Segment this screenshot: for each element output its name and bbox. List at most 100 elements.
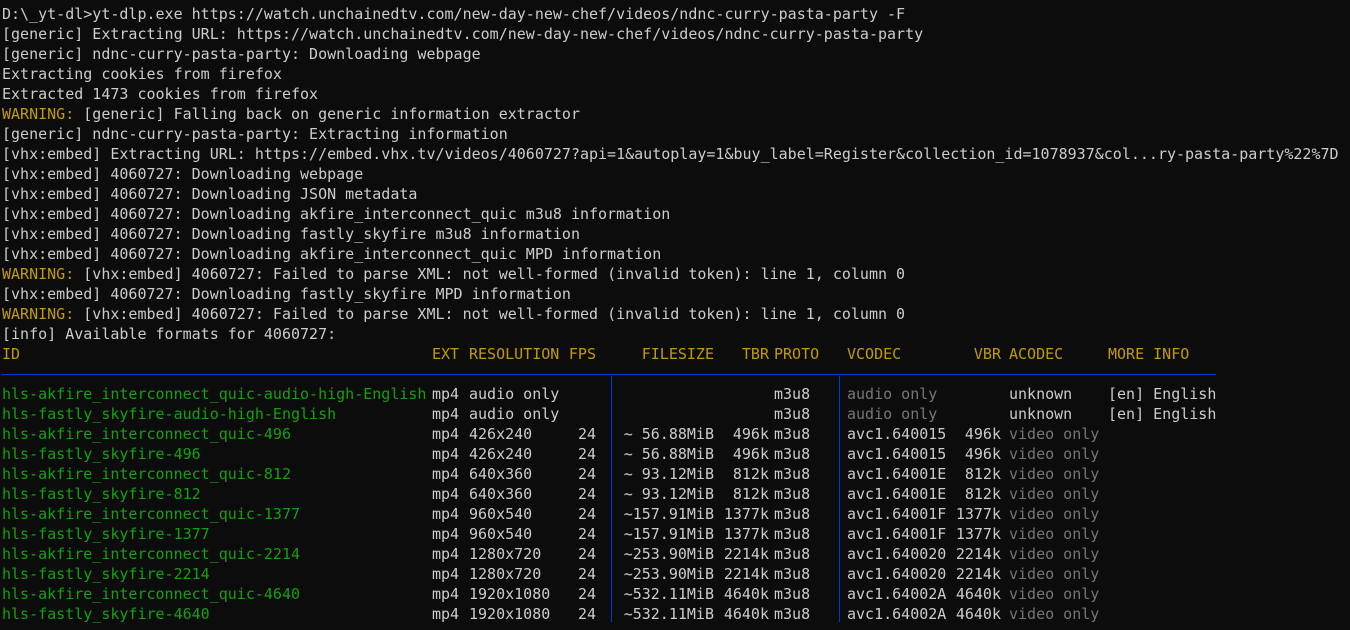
log-text: [vhx:embed] 4060727: Downloading webpage: [2, 165, 364, 183]
cell-resolution: 960x540: [469, 505, 533, 523]
cell-id: hls-akfire_interconnect_quic-4640: [2, 585, 301, 603]
cell-ext: mp4: [432, 585, 460, 603]
log-line: [vhx:embed] 4060727: Downloading fastly_…: [2, 224, 1350, 244]
column-header-acodec: ACODEC: [1009, 345, 1064, 363]
table-row: hls-akfire_interconnect_quic-812 mp4 640x3…: [2, 464, 1350, 484]
log-line: [generic] Extracting URL: https://watch.…: [2, 24, 1350, 44]
cell-fps: 24: [577, 525, 596, 543]
cell-vcodec: avc1.640015: [847, 425, 947, 443]
cell-proto: m3u8: [774, 525, 811, 543]
cell-filesize: ~ 56.88MiB: [623, 445, 714, 463]
column-header-resolution: RESOLUTION: [469, 345, 560, 363]
log-output: [generic] Extracting URL: https://watch.…: [2, 24, 1350, 344]
cell-filesize: ~253.90MiB: [623, 545, 714, 563]
cell-acodec: video only: [1009, 445, 1100, 463]
cell-filesize: ~ 56.88MiB: [623, 425, 714, 443]
cell-vbr: 496k: [964, 445, 1001, 463]
cell-fps: 24: [577, 605, 596, 623]
cell-acodec: unknown: [1009, 405, 1073, 423]
cell-id: hls-fastly_skyfire-812: [2, 485, 201, 503]
table-row: hls-akfire_interconnect_quic-496 mp4 426x2…: [2, 424, 1350, 444]
cell-proto: m3u8: [774, 405, 811, 423]
cell-ext: mp4: [432, 565, 460, 583]
table-row: hls-akfire_interconnect_quic-1377 mp4 960x…: [2, 504, 1350, 524]
cell-acodec: video only: [1009, 545, 1100, 563]
cell-resolution: audio only: [469, 385, 560, 403]
cell-ext: mp4: [432, 465, 460, 483]
cell-filesize: ~ 93.12MiB: [623, 485, 714, 503]
table-row: hls-akfire_interconnect_quic-2214 mp4 1280…: [2, 544, 1350, 564]
cell-acodec: video only: [1009, 565, 1100, 583]
cell-vcodec: avc1.64002A: [847, 585, 947, 603]
cell-id: hls-fastly_skyfire-1377: [2, 525, 210, 543]
cell-acodec: video only: [1009, 425, 1100, 443]
cell-vcodec: avc1.640015: [847, 445, 947, 463]
log-text: [generic] ndnc-curry-pasta-party: Downlo…: [2, 45, 481, 63]
cell-vbr: 4640k: [955, 605, 1001, 623]
log-line: [vhx:embed] 4060727: Downloading akfire_…: [2, 204, 1350, 224]
cell-id: hls-fastly_skyfire-496: [2, 445, 201, 463]
cell-tbr: 4640k: [723, 585, 769, 603]
cell-fps: 24: [577, 565, 596, 583]
table-column-divider: [611, 376, 612, 622]
cell-fps: 24: [577, 485, 596, 503]
cell-ext: mp4: [432, 425, 460, 443]
cell-filesize: ~532.11MiB: [623, 605, 714, 623]
command-line: D:\_yt-dl>yt-dlp.exe https://watch.uncha…: [2, 5, 906, 23]
log-text: [vhx:embed] 4060727: Failed to parse XML…: [74, 305, 906, 323]
cell-ext: mp4: [432, 405, 460, 423]
log-text: [generic] Extracting URL: https://watch.…: [2, 25, 924, 43]
cell-resolution: 640x360: [469, 485, 533, 503]
log-line: [vhx:embed] 4060727: Downloading fastly_…: [2, 284, 1350, 304]
cell-proto: m3u8: [774, 505, 811, 523]
log-line: Extracted 1473 cookies from firefox: [2, 84, 1350, 104]
cell-proto: m3u8: [774, 485, 811, 503]
log-text: [vhx:embed] 4060727: Downloading fastly_…: [2, 225, 580, 243]
cell-resolution: 960x540: [469, 525, 533, 543]
table-row: hls-akfire_interconnect_quic-audio-high-…: [2, 384, 1350, 404]
table-row: hls-fastly_skyfire-audio-high-English mp4…: [2, 404, 1350, 424]
cell-resolution: 426x240: [469, 445, 533, 463]
cell-tbr: 812k: [732, 485, 769, 503]
log-line: [vhx:embed] 4060727: Downloading JSON me…: [2, 184, 1350, 204]
log-line: [generic] ndnc-curry-pasta-party: Downlo…: [2, 44, 1350, 64]
log-line: WARNING: [vhx:embed] 4060727: Failed to …: [2, 264, 1350, 284]
column-header-vbr: VBR: [973, 345, 1001, 363]
cell-resolution: 1920x1080: [469, 605, 551, 623]
cell-acodec: video only: [1009, 585, 1100, 603]
log-text: [vhx:embed] 4060727: Downloading JSON me…: [2, 185, 418, 203]
log-text: [vhx:embed] 4060727: Downloading fastly_…: [2, 285, 571, 303]
cell-id: hls-akfire_interconnect_quic-2214: [2, 545, 301, 563]
cell-proto: m3u8: [774, 545, 811, 563]
cell-resolution: audio only: [469, 405, 560, 423]
cell-ext: mp4: [432, 445, 460, 463]
log-line: [vhx:embed] Extracting URL: https://embe…: [2, 144, 1350, 164]
log-line: [generic] ndnc-curry-pasta-party: Extrac…: [2, 124, 1350, 144]
terminal-window[interactable]: D:\_yt-dl>yt-dlp.exe https://watch.uncha…: [0, 0, 1350, 630]
log-line: WARNING: [vhx:embed] 4060727: Failed to …: [2, 304, 1350, 324]
cell-resolution: 426x240: [469, 425, 533, 443]
log-line: [info] Available formats for 4060727:: [2, 324, 1350, 344]
cell-filesize: ~157.91MiB: [623, 505, 714, 523]
cell-more-info: [en] English: [1108, 405, 1217, 423]
table-row: hls-akfire_interconnect_quic-4640 mp4 1920…: [2, 584, 1350, 604]
cell-vbr: 812k: [964, 465, 1001, 483]
cell-fps: 24: [577, 505, 596, 523]
cell-tbr: 2214k: [723, 545, 769, 563]
table-column-divider: [839, 376, 840, 622]
cell-id: hls-fastly_skyfire-4640: [2, 605, 210, 623]
column-header-filesize: FILESIZE: [641, 345, 714, 363]
cell-fps: 24: [577, 445, 596, 463]
cell-id: hls-fastly_skyfire-2214: [2, 565, 210, 583]
table-row: hls-fastly_skyfire-4640 mp4 1920x1080 24 ~53…: [2, 604, 1350, 624]
cell-proto: m3u8: [774, 465, 811, 483]
cell-acodec: video only: [1009, 485, 1100, 503]
cell-resolution: 1280x720: [469, 545, 542, 563]
cell-id: hls-akfire_interconnect_quic-1377: [2, 505, 301, 523]
column-header-id: ID: [2, 345, 21, 363]
cell-tbr: 2214k: [723, 565, 769, 583]
cell-tbr: 496k: [732, 445, 769, 463]
log-text: Extracted 1473 cookies from firefox: [2, 85, 319, 103]
log-text: [vhx:embed] 4060727: Downloading akfire_…: [2, 205, 671, 223]
cell-acodec: unknown: [1009, 385, 1073, 403]
